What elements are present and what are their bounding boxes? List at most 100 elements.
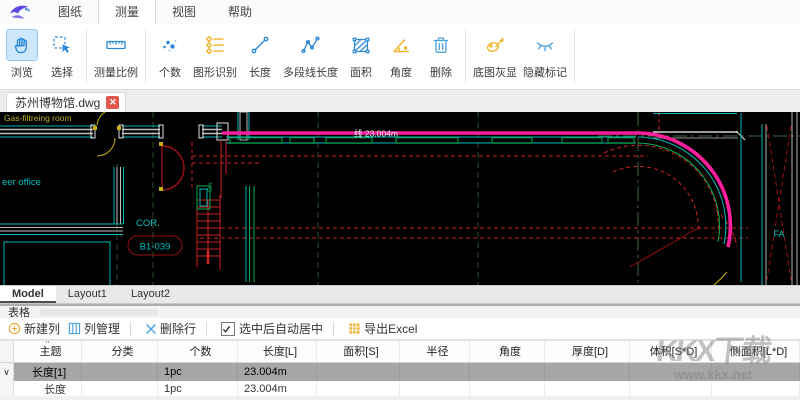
new-column-label: 新建列: [24, 320, 60, 337]
toolbar-separator: [130, 322, 131, 336]
ribbon-separator: [574, 30, 575, 82]
col-header-count[interactable]: 个数: [158, 341, 238, 362]
dim-background-label: 底图灰显: [473, 64, 517, 80]
cell-area: [317, 363, 400, 381]
select-button[interactable]: 选择: [42, 29, 82, 80]
length-button[interactable]: 长度: [240, 29, 280, 80]
document-tab[interactable]: 苏州博物馆.dwg ✕: [6, 92, 126, 112]
cell-count: 1pc: [158, 381, 238, 397]
ribbon-separator: [86, 30, 87, 82]
tab-layout2[interactable]: Layout2: [119, 286, 182, 303]
shape-recognize-icon: [199, 29, 231, 61]
columns-icon: [68, 322, 81, 335]
auto-center-checkbox[interactable]: 选中后自动居中: [221, 320, 323, 337]
row-expander[interactable]: ∨: [0, 363, 14, 381]
close-document-icon[interactable]: ✕: [106, 96, 119, 109]
col-header-category[interactable]: 分类: [82, 341, 158, 362]
area-button[interactable]: 面积: [341, 29, 381, 80]
cell-area: [317, 381, 400, 397]
delete-label: 删除: [430, 64, 452, 80]
tab-layout1[interactable]: Layout1: [56, 286, 119, 303]
ruler-icon: [100, 29, 132, 61]
row-head: [0, 381, 14, 397]
measure-app-window: 图纸 测量 视图 帮助 浏览 选择: [0, 0, 800, 400]
col-header-subject[interactable]: ^ 主题: [14, 341, 82, 362]
measure-scale-button[interactable]: 测量比例: [91, 29, 141, 80]
room-tag-label: B1-039: [140, 242, 171, 253]
menu-item-help[interactable]: 帮助: [212, 0, 268, 24]
cell-radius: [400, 381, 470, 397]
cursor-select-icon: [46, 29, 78, 61]
hide-marks-button[interactable]: 隐藏标记: [520, 29, 570, 80]
menu-bar: 图纸 测量 视图 帮助: [0, 0, 800, 25]
checkbox-checked-icon: [221, 322, 235, 336]
length-label: 长度: [249, 64, 271, 80]
column-manage-label: 列管理: [84, 320, 120, 337]
palette-icon: [479, 29, 511, 61]
delete-row-label: 删除行: [160, 320, 196, 337]
new-column-button[interactable]: 新建列: [8, 320, 60, 337]
shaft-label: FA: [773, 229, 784, 239]
cad-canvas[interactable]: Gas-filtreing room eer office COR. B1-03…: [0, 112, 800, 285]
cell-volume: [630, 381, 712, 397]
polyline-length-button[interactable]: 多段线长度: [280, 29, 341, 80]
menu-item-view[interactable]: 视图: [156, 0, 212, 24]
export-excel-button[interactable]: 导出Excel: [348, 320, 417, 337]
hand-pan-icon: [6, 29, 38, 61]
document-tab-bar: 苏州博物馆.dwg ✕: [0, 90, 800, 112]
ribbon-toolbar: 浏览 选择 测量比例: [0, 24, 800, 90]
measure-scale-label: 测量比例: [94, 64, 138, 80]
menu-item-measure[interactable]: 测量: [98, 0, 156, 25]
col-header-area[interactable]: 面积[S]: [317, 341, 400, 362]
table-row-selected[interactable]: ∨ 长度[1] 1pc 23.004m: [0, 363, 800, 381]
right-shaft: [741, 112, 797, 285]
arc-details: [630, 227, 727, 285]
delete-row-button[interactable]: 删除行: [145, 320, 196, 337]
table-header-row: ^ 主题 分类 个数 长度[L] 面积[S] 半径 角度 厚度[D] 体积[S*…: [0, 340, 800, 363]
hide-marks-label: 隐藏标记: [523, 64, 567, 80]
cell-subject: 长度[1]: [14, 363, 82, 381]
count-button[interactable]: 个数: [150, 29, 190, 80]
angle-button[interactable]: 角度: [381, 29, 421, 80]
cell-side-area: [712, 363, 800, 381]
dim-background-button[interactable]: 底图灰显: [470, 29, 520, 80]
browse-button[interactable]: 浏览: [2, 29, 42, 80]
count-label: 个数: [159, 64, 181, 80]
room-label-office: eer office: [2, 177, 41, 188]
col-header-side-area[interactable]: 侧面积[L*D]: [712, 341, 800, 362]
app-logo-icon[interactable]: [8, 2, 34, 22]
cell-side-area: [712, 381, 800, 397]
auto-center-label: 选中后自动居中: [239, 320, 323, 337]
col-header-volume[interactable]: 体积[S*D]: [630, 341, 712, 362]
count-dots-icon: [154, 29, 186, 61]
measured-polyline-highlight[interactable]: [222, 133, 730, 247]
menu-item-drawing[interactable]: 图纸: [42, 0, 98, 24]
tab-model[interactable]: Model: [0, 286, 56, 303]
cell-thickness: [545, 381, 630, 397]
panel-drag-bar[interactable]: [40, 309, 158, 316]
shape-recognize-label: 图形识别: [193, 64, 237, 80]
col-header-thickness[interactable]: 厚度[D]: [545, 341, 630, 362]
toolbar-separator: [333, 322, 334, 336]
col-header-length[interactable]: 长度[L]: [238, 341, 317, 362]
shape-recognize-button[interactable]: 图形识别: [190, 29, 240, 80]
column-manage-button[interactable]: 列管理: [68, 320, 120, 337]
angle-icon: [385, 29, 417, 61]
measurement-label: 线 23.004m: [354, 129, 398, 139]
cell-angle: [470, 381, 545, 397]
x-icon: [145, 323, 157, 335]
cell-volume: [630, 363, 712, 381]
chevron-down-icon: ∨: [3, 367, 10, 378]
document-tab-title: 苏州博物馆.dwg: [15, 94, 100, 111]
col-header-radius[interactable]: 半径: [400, 341, 470, 362]
door-tag-label: ON: [207, 182, 214, 192]
layout-tab-bar: Model Layout1 Layout2: [0, 285, 800, 303]
col-header-angle[interactable]: 角度: [470, 341, 545, 362]
table-panel-header: 表格: [0, 306, 800, 318]
cell-category: [82, 381, 158, 397]
angle-label: 角度: [390, 64, 412, 80]
sort-asc-icon: ^: [46, 341, 50, 348]
area-hatch-icon: [345, 29, 377, 61]
delete-button[interactable]: 删除: [421, 29, 461, 80]
measurement-table: ^ 主题 分类 个数 长度[L] 面积[S] 半径 角度 厚度[D] 体积[S*…: [0, 340, 800, 398]
